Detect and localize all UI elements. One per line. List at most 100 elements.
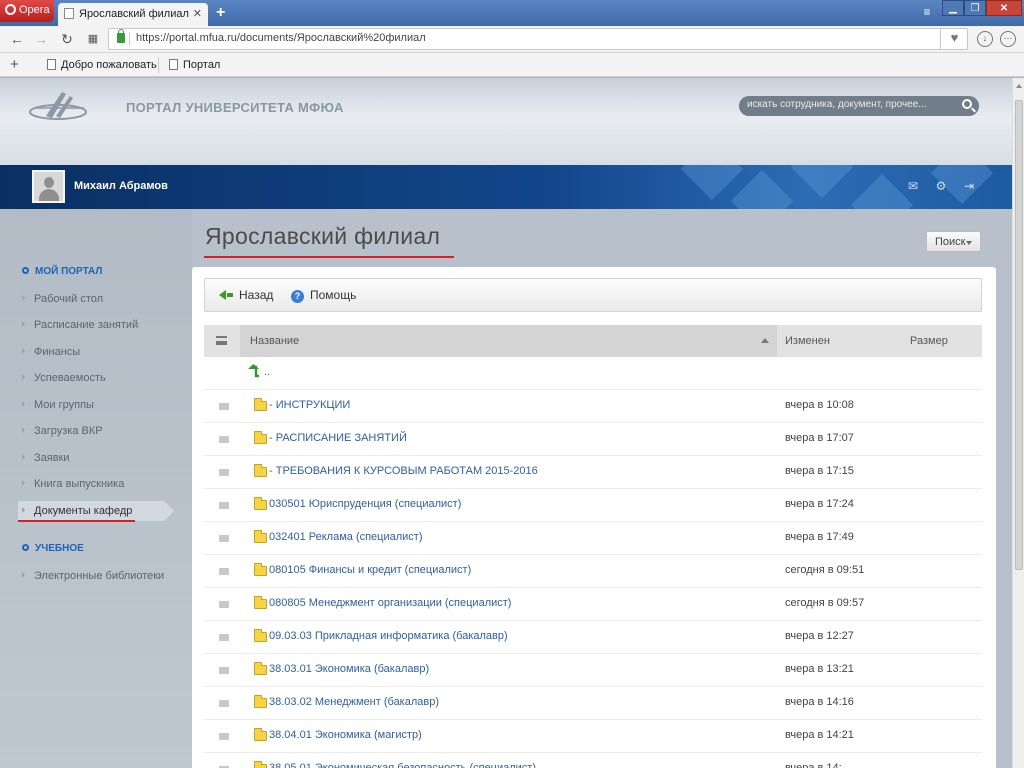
- folder-icon: [254, 695, 267, 708]
- parent-folder-row[interactable]: ..: [204, 357, 982, 390]
- sidebar-item-requests[interactable]: Заявки: [22, 452, 70, 464]
- bookmark-item[interactable]: Добро пожаловать: [47, 59, 157, 71]
- row-menu-icon[interactable]: [219, 667, 229, 674]
- bookmarks-bar: + Добро пожаловать Портал: [0, 53, 1024, 77]
- new-tab-button[interactable]: +: [216, 4, 225, 22]
- help-button[interactable]: ? Помощь: [291, 288, 356, 303]
- row-menu-icon[interactable]: [219, 469, 229, 476]
- window-maximize-button[interactable]: ❐: [964, 0, 986, 16]
- address-bar[interactable]: https://portal.mfua.ru/documents/Ярослав…: [108, 28, 968, 50]
- back-icon[interactable]: ←: [8, 30, 26, 48]
- table-row[interactable]: - РАСПИСАНИЕ ЗАНЯТИЙ вчера в 17:07: [204, 423, 982, 456]
- avatar[interactable]: [32, 170, 65, 203]
- folder-name-link[interactable]: - ИНСТРУКЦИИ: [269, 399, 350, 411]
- folder-name-link[interactable]: 38.04.01 Экономика (магистр): [269, 729, 422, 741]
- folder-name-link[interactable]: 080805 Менеджмент организации (специалис…: [269, 597, 511, 609]
- table-row[interactable]: 38.05.01 Экономическая безопасность (спе…: [204, 753, 982, 768]
- row-menu-icon[interactable]: [219, 700, 229, 707]
- settings-icon[interactable]: ⚙: [934, 179, 948, 193]
- university-logo-icon[interactable]: [26, 86, 90, 126]
- bookmark-item[interactable]: Портал: [169, 59, 220, 71]
- mail-icon[interactable]: ✉: [906, 179, 920, 193]
- sidebar-item-finance[interactable]: Финансы: [22, 346, 80, 358]
- column-header-name[interactable]: Название: [240, 325, 777, 357]
- tab-close-icon[interactable]: ✕: [193, 7, 202, 20]
- table-row[interactable]: 38.03.01 Экономика (бакалавр) вчера в 13:…: [204, 654, 982, 687]
- opera-menu-button[interactable]: Opera: [0, 0, 54, 22]
- menu-icon[interactable]: ⋯: [1000, 31, 1016, 47]
- portal-title: ПОРТАЛ УНИВЕРСИТЕТА МФЮА: [126, 100, 344, 115]
- documents-toolbar: Назад ? Помощь: [204, 278, 982, 312]
- table-row[interactable]: - ИНСТРУКЦИИ вчера в 10:08: [204, 390, 982, 423]
- row-menu-icon[interactable]: [219, 634, 229, 641]
- sidebar-item-groups[interactable]: Мои группы: [22, 399, 94, 411]
- back-button[interactable]: Назад: [219, 288, 273, 302]
- reload-icon[interactable]: ↻: [58, 30, 76, 48]
- sidebar-item-label: Финансы: [34, 346, 81, 358]
- row-menu-icon[interactable]: [219, 403, 229, 410]
- sidebar-item-schedule[interactable]: Расписание занятий: [22, 319, 138, 331]
- sidebar-item-e-libraries[interactable]: Электронные библиотеки: [22, 570, 164, 582]
- table-row[interactable]: - ТРЕБОВАНИЯ К КУРСОВЫМ РАБОТАМ 2015-201…: [204, 456, 982, 489]
- sidebar-section-my-portal[interactable]: МОЙ ПОРТАЛ: [22, 266, 102, 277]
- scroll-up-icon[interactable]: [1016, 84, 1022, 88]
- row-menu-icon[interactable]: [219, 502, 229, 509]
- folder-name-link[interactable]: - РАСПИСАНИЕ ЗАНЯТИЙ: [269, 432, 407, 444]
- row-menu-icon[interactable]: [219, 601, 229, 608]
- folder-name-link[interactable]: 38.05.01 Экономическая безопасность (спе…: [269, 762, 536, 768]
- user-name[interactable]: Михаил Абрамов: [74, 180, 168, 192]
- table-row[interactable]: 080105 Финансы и кредит (специалист) сего…: [204, 555, 982, 588]
- folder-name-link[interactable]: - ТРЕБОВАНИЯ К КУРСОВЫМ РАБОТАМ 2015-201…: [269, 465, 538, 477]
- search-icon[interactable]: [962, 99, 972, 109]
- address-separator: [129, 32, 130, 46]
- section-bullet-icon: [22, 544, 29, 551]
- row-menu-icon[interactable]: [219, 568, 229, 575]
- folder-name-link[interactable]: 09.03.03 Прикладная информатика (бакалав…: [269, 630, 508, 642]
- sidebar-section-education[interactable]: УЧЕБНОЕ: [22, 543, 84, 554]
- sidebar-item-graduate-book[interactable]: Книга выпускника: [22, 478, 124, 490]
- sort-ascending-icon[interactable]: [761, 338, 769, 343]
- opera-logo-icon: [5, 4, 16, 15]
- back-label: Назад: [239, 288, 274, 302]
- add-bookmark-icon[interactable]: +: [10, 56, 19, 73]
- table-row[interactable]: 38.04.01 Экономика (магистр) вчера в 14:2…: [204, 720, 982, 753]
- folder-name-link[interactable]: 38.03.02 Менеджмент (бакалавр): [269, 696, 439, 708]
- folder-name-link[interactable]: 080105 Финансы и кредит (специалист): [269, 564, 471, 576]
- folder-name-link[interactable]: 032401 Реклама (специалист): [269, 531, 423, 543]
- portal-page: ПОРТАЛ УНИВЕРСИТЕТА МФЮА искать сотрудни…: [0, 78, 1012, 768]
- column-header-modified[interactable]: Изменен: [785, 335, 830, 347]
- avatar-head: [44, 177, 54, 188]
- tab-menu-icon[interactable]: ≡: [916, 4, 938, 20]
- table-row[interactable]: 032401 Реклама (специалист) вчера в 17:49: [204, 522, 982, 555]
- row-menu-icon[interactable]: [219, 535, 229, 542]
- logout-icon[interactable]: ⇥: [962, 179, 976, 193]
- table-row[interactable]: 030501 Юриспруденция (специалист) вчера в…: [204, 489, 982, 522]
- row-menu-icon[interactable]: [219, 436, 229, 443]
- folder-icon: [254, 662, 267, 675]
- window-minimize-button[interactable]: ▁: [942, 0, 964, 16]
- sidebar-item-desktop[interactable]: Рабочий стол: [22, 293, 103, 305]
- folder-name-link[interactable]: 030501 Юриспруденция (специалист): [269, 498, 461, 510]
- arrow-icon: [22, 507, 25, 513]
- scrollbar-thumb[interactable]: [1015, 100, 1023, 570]
- bookmark-heart-icon[interactable]: ♥: [940, 28, 968, 50]
- search-dropdown-button[interactable]: Поиск: [926, 231, 981, 252]
- page-scrollbar[interactable]: [1012, 78, 1024, 768]
- sidebar-item-department-docs[interactable]: Документы кафедр: [22, 505, 132, 517]
- table-row[interactable]: 38.03.02 Менеджмент (бакалавр) вчера в 14…: [204, 687, 982, 720]
- speed-dial-icon[interactable]: ▦: [84, 30, 102, 48]
- column-menu-icon[interactable]: [216, 336, 227, 345]
- window-close-button[interactable]: ✕: [986, 0, 1022, 16]
- forward-icon[interactable]: →: [32, 30, 50, 48]
- sidebar-item-grades[interactable]: Успеваемость: [22, 372, 106, 384]
- download-icon[interactable]: ↓: [977, 31, 993, 47]
- portal-search-input[interactable]: искать сотрудника, документ, прочее...: [739, 96, 979, 116]
- browser-tab[interactable]: Ярославский филиал ✕: [58, 3, 208, 26]
- sidebar-item-thesis-upload[interactable]: Загрузка ВКР: [22, 425, 103, 437]
- table-row[interactable]: 080805 Менеджмент организации (специалис…: [204, 588, 982, 621]
- parent-folder-link[interactable]: ..: [264, 366, 270, 378]
- row-menu-icon[interactable]: [219, 733, 229, 740]
- column-header-size[interactable]: Размер: [910, 335, 948, 347]
- folder-name-link[interactable]: 38.03.01 Экономика (бакалавр): [269, 663, 429, 675]
- table-row[interactable]: 09.03.03 Прикладная информатика (бакалав…: [204, 621, 982, 654]
